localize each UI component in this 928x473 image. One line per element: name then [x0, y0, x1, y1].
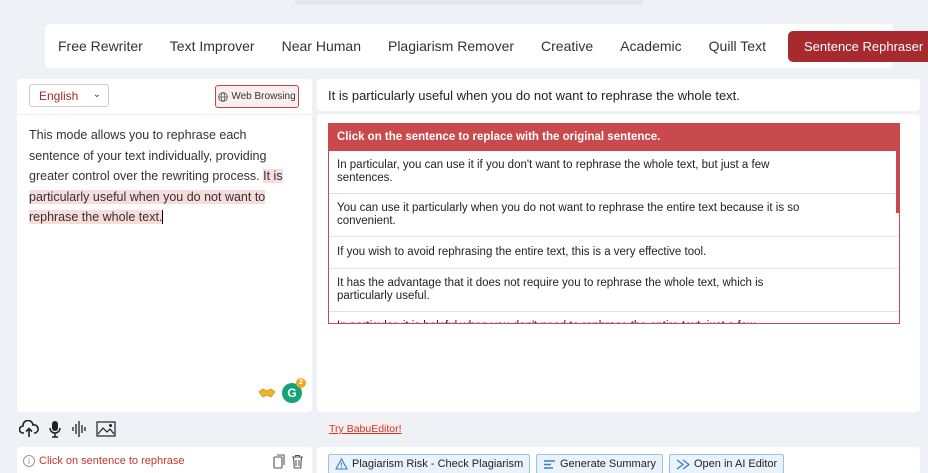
microphone-icon[interactable] — [48, 420, 62, 438]
input-tools — [19, 420, 116, 438]
hint-message: i Click on sentence to rephrase — [23, 455, 185, 467]
ai-editor-icon — [676, 458, 690, 470]
mode-academic[interactable]: Academic — [620, 38, 681, 54]
mode-free-rewriter[interactable]: Free Rewriter — [58, 38, 143, 54]
handshake-icon[interactable] — [258, 386, 276, 400]
alternatives-header: Click on the sentence to replace with th… — [329, 124, 899, 151]
alternative-sentence[interactable]: In particular, it is helpful when you do… — [329, 312, 899, 323]
alternative-sentence[interactable]: In particular, you can use it if you don… — [329, 151, 899, 194]
output-footer: Plagiarism Risk - Check Plagiarism Gener… — [317, 447, 920, 473]
top-strip — [295, 0, 643, 5]
cloud-upload-icon[interactable] — [19, 420, 39, 438]
globe-icon — [218, 91, 229, 102]
editor-extension-icons: G2 — [258, 378, 306, 403]
grammarly-badge: 2 — [296, 378, 306, 388]
mode-sentence-rephraser[interactable]: Sentence Rephraser — [787, 30, 928, 62]
alternative-sentence[interactable]: It has the advantage that it does not re… — [329, 269, 899, 312]
check-plagiarism-label: Plagiarism Risk - Check Plagiarism — [352, 458, 524, 470]
alternative-sentence[interactable]: If you wish to avoid rephrasing the enti… — [329, 237, 899, 269]
input-plain-text: This mode allows you to rephrase each se… — [29, 128, 267, 183]
chevron-down-icon: ⌄ — [92, 89, 101, 100]
copy-icon[interactable] — [273, 454, 285, 469]
language-value: English — [39, 89, 79, 103]
summary-lines-icon — [544, 459, 555, 469]
alternatives-scrollbar[interactable] — [896, 151, 899, 213]
try-babueditor-link[interactable]: Try BabuEditor! — [328, 421, 403, 437]
generate-summary-label: Generate Summary — [560, 458, 656, 470]
check-plagiarism-button[interactable]: Plagiarism Risk - Check Plagiarism — [328, 454, 531, 473]
mode-text-improver[interactable]: Text Improver — [170, 38, 255, 54]
mode-creative[interactable]: Creative — [541, 38, 593, 54]
info-icon: i — [23, 455, 35, 467]
mode-near-human[interactable]: Near Human — [282, 38, 361, 54]
selected-sentence-display: It is particularly useful when you do no… — [317, 79, 920, 111]
warning-icon — [335, 458, 348, 470]
alternatives-list: In particular, you can use it if you don… — [329, 151, 899, 323]
web-browsing-button[interactable]: Web Browsing — [215, 85, 299, 108]
input-footer-actions — [273, 454, 304, 469]
audio-wave-icon[interactable] — [71, 420, 87, 438]
web-browsing-label: Web Browsing — [231, 91, 296, 102]
open-ai-editor-label: Open in AI Editor — [694, 458, 778, 470]
grammarly-icon[interactable]: G2 — [282, 378, 306, 403]
trash-icon[interactable] — [291, 454, 304, 469]
open-ai-editor-button[interactable]: Open in AI Editor — [669, 454, 785, 473]
mode-quill-text[interactable]: Quill Text — [709, 38, 766, 54]
image-icon[interactable] — [96, 421, 116, 437]
alternatives-box: Click on the sentence to replace with th… — [328, 123, 900, 324]
alternative-sentence[interactable]: You can use it particularly when you do … — [329, 194, 899, 237]
hint-text: Click on sentence to rephrase — [39, 455, 185, 467]
mode-plagiarism-remover[interactable]: Plagiarism Remover — [388, 38, 514, 54]
mode-bar: Free Rewriter Text Improver Near Human P… — [45, 24, 928, 68]
input-text-area[interactable]: This mode allows you to rephrase each se… — [17, 115, 312, 412]
input-toolbar: English ⌄ Web Browsing — [17, 79, 312, 114]
output-panel: Click on the sentence to replace with th… — [317, 114, 920, 412]
generate-summary-button[interactable]: Generate Summary — [536, 454, 663, 473]
language-select[interactable]: English ⌄ — [29, 84, 109, 107]
input-footer: i Click on sentence to rephrase — [17, 447, 312, 473]
